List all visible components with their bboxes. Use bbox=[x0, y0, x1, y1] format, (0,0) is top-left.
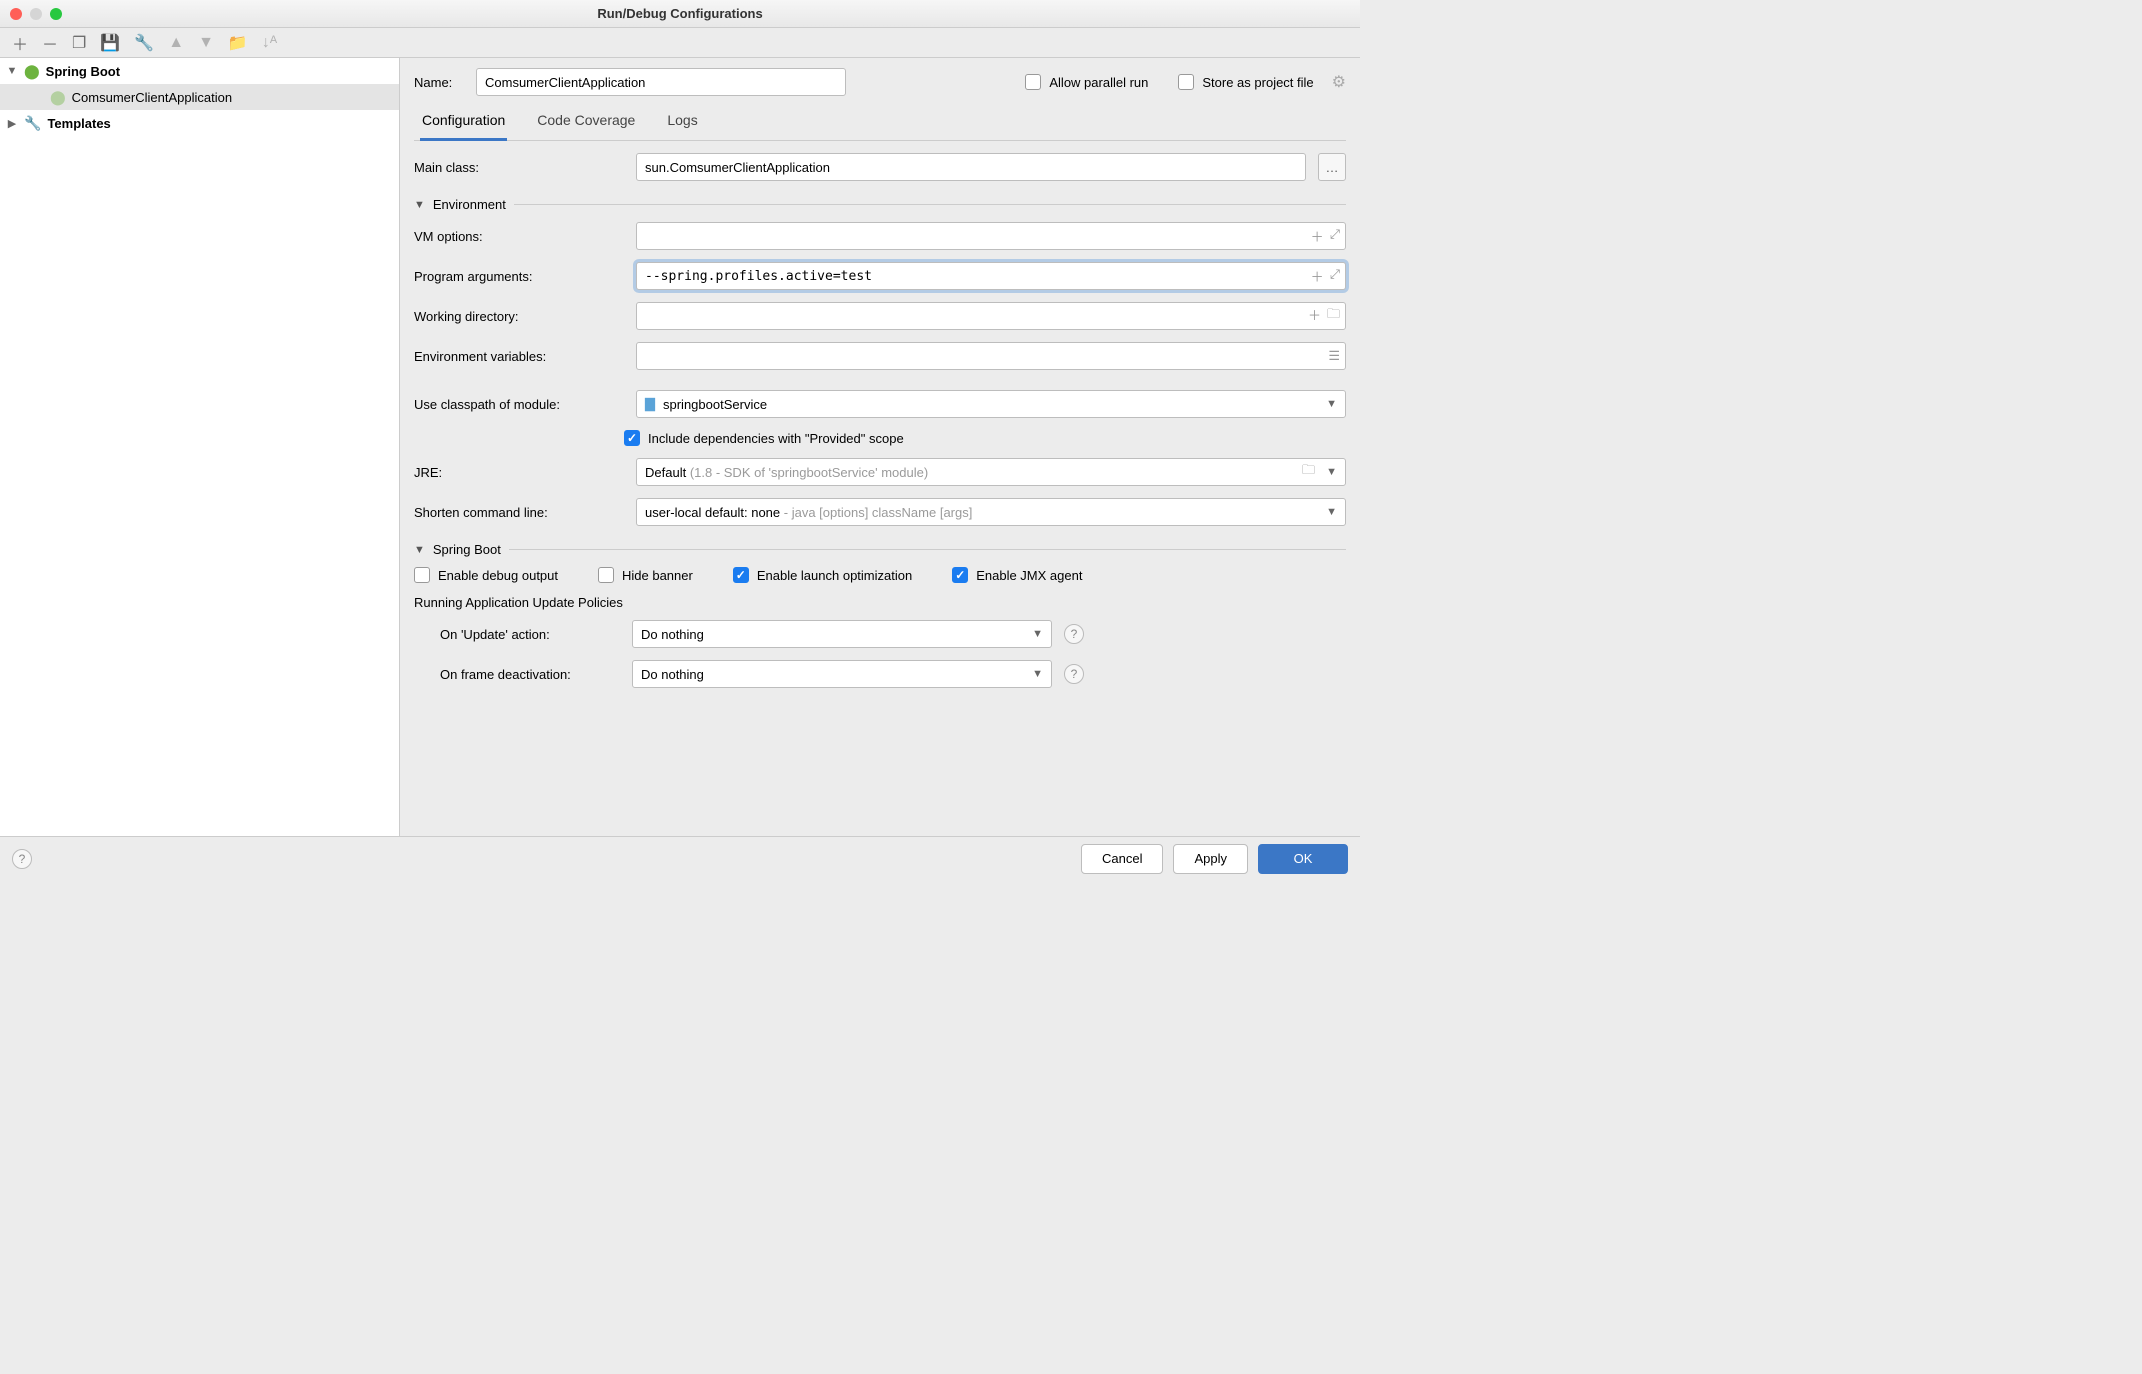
tree-label: Templates bbox=[47, 116, 110, 131]
chevron-right-icon: ▶ bbox=[6, 117, 18, 130]
titlebar: Run/Debug Configurations bbox=[0, 0, 1360, 28]
folder-button[interactable]: 📁 bbox=[228, 33, 248, 53]
edit-templates-button[interactable]: 🔧 bbox=[134, 33, 154, 53]
chevron-down-icon: ▼ bbox=[1032, 628, 1043, 640]
vm-options-input[interactable] bbox=[636, 222, 1346, 250]
classpath-module-label: Use classpath of module: bbox=[414, 397, 624, 412]
classpath-module-select[interactable]: ▇ springbootService ▼ bbox=[636, 390, 1346, 418]
checkbox-icon bbox=[952, 567, 968, 583]
on-update-label: On 'Update' action: bbox=[440, 627, 620, 642]
working-dir-label: Working directory: bbox=[414, 309, 624, 324]
vm-options-label: VM options: bbox=[414, 229, 624, 244]
main-class-input[interactable] bbox=[636, 153, 1306, 181]
expand-icon[interactable]: ⤢ bbox=[1330, 227, 1340, 246]
move-down-button[interactable]: ▼ bbox=[198, 34, 214, 52]
working-dir-input[interactable] bbox=[636, 302, 1346, 330]
list-icon[interactable]: ☰ bbox=[1328, 348, 1340, 364]
jre-label: JRE: bbox=[414, 465, 624, 480]
chevron-down-icon: ▼ bbox=[414, 544, 425, 556]
enable-jmx-checkbox[interactable]: Enable JMX agent bbox=[952, 567, 1082, 583]
expand-icon[interactable]: ⤢ bbox=[1330, 267, 1340, 286]
dialog-footer: ? Cancel Apply OK bbox=[0, 836, 1360, 880]
shorten-cmd-select[interactable]: user-local default: none - java [options… bbox=[636, 498, 1346, 526]
section-environment[interactable]: ▼ Environment bbox=[414, 197, 1346, 212]
env-vars-label: Environment variables: bbox=[414, 349, 624, 364]
update-policies-label: Running Application Update Policies bbox=[414, 595, 1346, 610]
spring-icon: ⬤ bbox=[24, 63, 40, 80]
tab-code-coverage[interactable]: Code Coverage bbox=[535, 106, 637, 140]
tab-configuration[interactable]: Configuration bbox=[420, 106, 507, 141]
store-project-checkbox[interactable]: Store as project file bbox=[1178, 74, 1313, 90]
main-class-label: Main class: bbox=[414, 160, 624, 175]
move-up-button[interactable]: ▲ bbox=[168, 34, 184, 52]
env-vars-input[interactable] bbox=[636, 342, 1346, 370]
cancel-button[interactable]: Cancel bbox=[1081, 844, 1163, 874]
chevron-down-icon: ▼ bbox=[1326, 398, 1337, 410]
include-provided-checkbox[interactable]: Include dependencies with "Provided" sco… bbox=[624, 430, 904, 446]
tree-label: Spring Boot bbox=[46, 64, 120, 79]
config-panel: Name: Allow parallel run Store as projec… bbox=[400, 58, 1360, 836]
on-frame-select[interactable]: Do nothing ▼ bbox=[632, 660, 1052, 688]
allow-parallel-checkbox[interactable]: Allow parallel run bbox=[1025, 74, 1148, 90]
wrench-icon: 🔧 bbox=[24, 115, 41, 132]
module-icon: ▇ bbox=[645, 396, 655, 412]
on-update-select[interactable]: Do nothing ▼ bbox=[632, 620, 1052, 648]
gear-icon[interactable]: ⚙ bbox=[1332, 72, 1346, 92]
tree-node-consumer-app[interactable]: ⬤ ComsumerClientApplication bbox=[0, 84, 399, 110]
remove-config-button[interactable]: － bbox=[42, 31, 58, 55]
name-label: Name: bbox=[414, 75, 464, 90]
enable-debug-checkbox[interactable]: Enable debug output bbox=[414, 567, 558, 583]
program-args-label: Program arguments: bbox=[414, 269, 624, 284]
plus-icon[interactable]: ＋ bbox=[1308, 305, 1321, 327]
tree-toolbar: ＋ － ❐ 💾 🔧 ▲ ▼ 📁 ↓ᴬ bbox=[0, 28, 1360, 58]
on-frame-label: On frame deactivation: bbox=[440, 667, 620, 682]
program-args-input[interactable] bbox=[636, 262, 1346, 290]
tree-node-templates[interactable]: ▶ 🔧 Templates bbox=[0, 110, 399, 136]
section-spring-boot[interactable]: ▼ Spring Boot bbox=[414, 542, 1346, 557]
folder-icon[interactable]: 🗀 bbox=[1302, 461, 1315, 483]
checkbox-icon bbox=[624, 430, 640, 446]
folder-icon[interactable]: 🗀 bbox=[1327, 305, 1340, 327]
chevron-down-icon: ▼ bbox=[6, 65, 18, 77]
checkbox-icon bbox=[1025, 74, 1041, 90]
tree-node-spring-boot[interactable]: ▼ ⬤ Spring Boot bbox=[0, 58, 399, 84]
hide-banner-checkbox[interactable]: Hide banner bbox=[598, 567, 693, 583]
save-config-button[interactable]: 💾 bbox=[100, 33, 120, 53]
tab-bar: Configuration Code Coverage Logs bbox=[414, 106, 1346, 141]
help-icon[interactable]: ? bbox=[1064, 624, 1084, 644]
help-button[interactable]: ? bbox=[12, 849, 32, 869]
shorten-cmd-label: Shorten command line: bbox=[414, 505, 624, 520]
help-icon[interactable]: ? bbox=[1064, 664, 1084, 684]
plus-icon[interactable]: ＋ bbox=[1311, 227, 1324, 246]
ok-button[interactable]: OK bbox=[1258, 844, 1348, 874]
chevron-down-icon: ▼ bbox=[1326, 506, 1337, 518]
tab-logs[interactable]: Logs bbox=[665, 106, 699, 140]
checkbox-icon bbox=[733, 567, 749, 583]
enable-launch-opt-checkbox[interactable]: Enable launch optimization bbox=[733, 567, 912, 583]
config-tree: ▼ ⬤ Spring Boot ⬤ ComsumerClientApplicat… bbox=[0, 58, 400, 836]
jre-select[interactable]: Default (1.8 - SDK of 'springbootService… bbox=[636, 458, 1346, 486]
spring-icon: ⬤ bbox=[50, 89, 66, 106]
checkbox-icon bbox=[414, 567, 430, 583]
chevron-down-icon: ▼ bbox=[414, 199, 425, 211]
browse-main-class-button[interactable]: … bbox=[1318, 153, 1346, 181]
plus-icon[interactable]: ＋ bbox=[1311, 267, 1324, 286]
copy-config-button[interactable]: ❐ bbox=[72, 33, 86, 53]
window-title: Run/Debug Configurations bbox=[0, 6, 1360, 21]
config-name-input[interactable] bbox=[476, 68, 846, 96]
chevron-down-icon: ▼ bbox=[1326, 466, 1337, 478]
checkbox-icon bbox=[598, 567, 614, 583]
chevron-down-icon: ▼ bbox=[1032, 668, 1043, 680]
apply-button[interactable]: Apply bbox=[1173, 844, 1248, 874]
tree-label: ComsumerClientApplication bbox=[72, 90, 232, 105]
checkbox-icon bbox=[1178, 74, 1194, 90]
sort-button[interactable]: ↓ᴬ bbox=[262, 34, 277, 52]
add-config-button[interactable]: ＋ bbox=[12, 31, 28, 55]
